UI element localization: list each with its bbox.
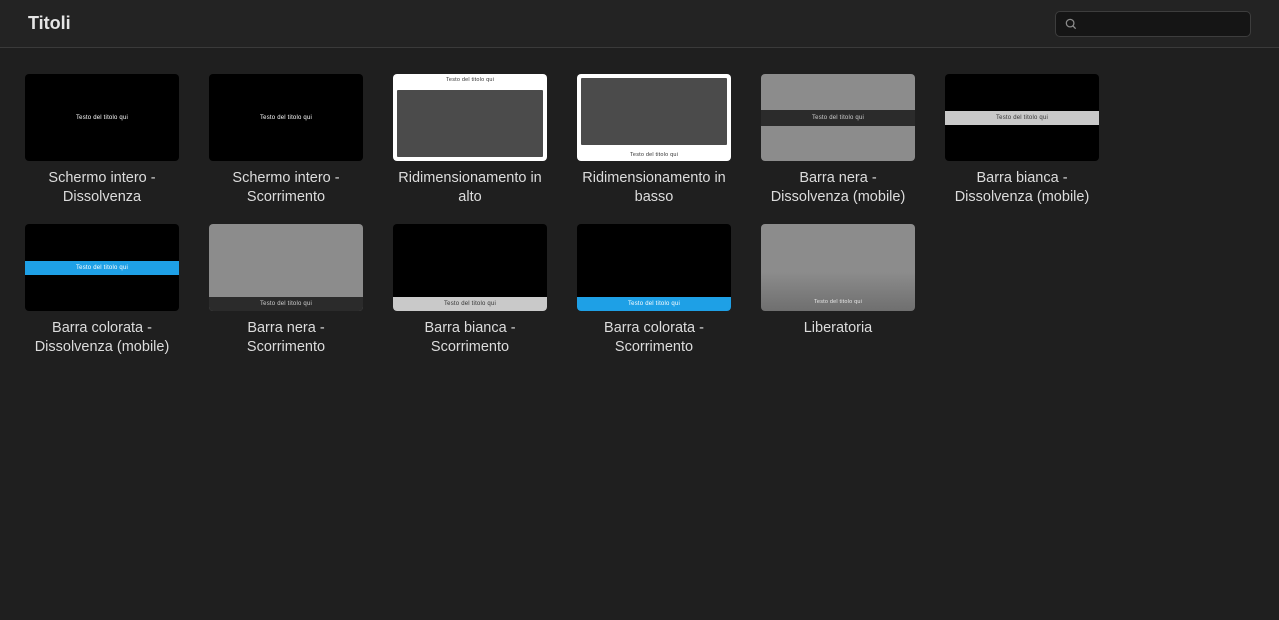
title-label: Barra nera - Scorrimento (208, 319, 364, 356)
title-thumbnail: Testo del titolo qui (393, 224, 547, 311)
title-label: Schermo intero - Scorrimento (208, 169, 364, 206)
thumbnail-text: Testo del titolo qui (393, 77, 547, 83)
title-thumbnail: Testo del titolo qui (945, 74, 1099, 161)
thumbnail-text: Testo del titolo qui (812, 115, 864, 121)
title-thumbnail: Testo del titolo qui (25, 74, 179, 161)
title-thumbnail: Testo del titolo qui (761, 224, 915, 311)
title-label: Liberatoria (804, 319, 873, 338)
title-thumbnail: Testo del titolo qui (761, 74, 915, 161)
thumbnail-text: Testo del titolo qui (628, 301, 680, 307)
title-label: Ridimensionamento in alto (392, 169, 548, 206)
title-label: Barra bianca - Scorrimento (392, 319, 548, 356)
title-thumbnail: Testo del titolo qui (577, 74, 731, 161)
thumbnail-text: Testo del titolo qui (444, 301, 496, 307)
thumbnail-text: Testo del titolo qui (260, 301, 312, 307)
thumbnail-inner (581, 78, 727, 145)
thumbnail-text: Testo del titolo qui (761, 299, 915, 305)
thumbnail-inner (397, 90, 543, 157)
title-tile[interactable]: Testo del titolo qui Barra bianca - Scor… (392, 224, 548, 356)
titles-grid: Testo del titolo qui Schermo intero - Di… (0, 48, 1279, 382)
title-label: Barra colorata - Scorrimento (576, 319, 732, 356)
search-icon (1064, 17, 1078, 31)
title-label: Schermo intero - Dissolvenza (24, 169, 180, 206)
title-thumbnail: Testo del titolo qui (209, 224, 363, 311)
thumbnail-bar: Testo del titolo qui (25, 261, 179, 275)
title-tile[interactable]: Testo del titolo qui Schermo intero - Sc… (208, 74, 364, 206)
title-tile[interactable]: Testo del titolo qui Barra nera - Dissol… (760, 74, 916, 206)
search-field[interactable] (1055, 11, 1251, 37)
title-thumbnail: Testo del titolo qui (25, 224, 179, 311)
title-thumbnail: Testo del titolo qui (393, 74, 547, 161)
title-tile[interactable]: Testo del titolo qui Ridimensionamento i… (392, 74, 548, 206)
title-tile[interactable]: Testo del titolo qui Liberatoria (760, 224, 916, 356)
title-label: Barra bianca - Dissolvenza (mobile) (944, 169, 1100, 206)
title-tile[interactable]: Testo del titolo qui Schermo intero - Di… (24, 74, 180, 206)
title-tile[interactable]: Testo del titolo qui Barra bianca - Diss… (944, 74, 1100, 206)
title-thumbnail: Testo del titolo qui (209, 74, 363, 161)
thumbnail-bar: Testo del titolo qui (393, 297, 547, 311)
header-bar: Titoli (0, 0, 1279, 48)
title-thumbnail: Testo del titolo qui (577, 224, 731, 311)
title-tile[interactable]: Testo del titolo qui Barra nera - Scorri… (208, 224, 364, 356)
thumbnail-bar: Testo del titolo qui (577, 297, 731, 311)
thumbnail-text: Testo del titolo qui (577, 152, 731, 158)
search-input[interactable] (1084, 12, 1260, 36)
thumbnail-text: Testo del titolo qui (996, 115, 1048, 121)
thumbnail-text: Testo del titolo qui (209, 115, 363, 121)
thumbnail-bar: Testo del titolo qui (945, 111, 1099, 125)
title-tile[interactable]: Testo del titolo qui Barra colorata - Di… (24, 224, 180, 356)
title-label: Barra colorata - Dissolvenza (mobile) (24, 319, 180, 356)
title-tile[interactable]: Testo del titolo qui Barra colorata - Sc… (576, 224, 732, 356)
thumbnail-text: Testo del titolo qui (76, 265, 128, 271)
title-tile[interactable]: Testo del titolo qui Ridimensionamento i… (576, 74, 732, 206)
thumbnail-bar: Testo del titolo qui (209, 297, 363, 311)
thumbnail-text: Testo del titolo qui (25, 115, 179, 121)
title-label: Barra nera - Dissolvenza (mobile) (760, 169, 916, 206)
page-title: Titoli (28, 13, 71, 34)
thumbnail-bar: Testo del titolo qui (761, 110, 915, 126)
title-label: Ridimensionamento in basso (576, 169, 732, 206)
